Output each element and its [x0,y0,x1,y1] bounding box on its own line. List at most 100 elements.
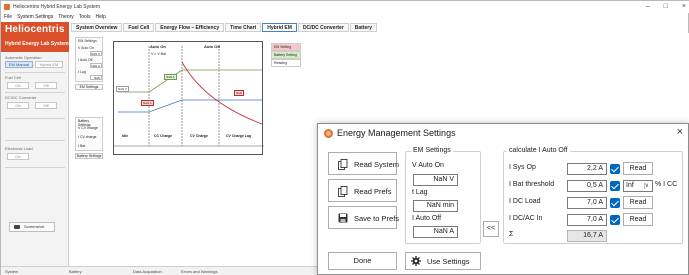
camera-icon [14,225,20,229]
t-lag-label: t Lag [78,70,86,74]
sum-label: Σ [509,231,514,238]
tab-system-overview[interactable]: System Overview [71,23,123,32]
gear-icon [411,256,421,268]
i-dc-load-checkbox[interactable] [610,198,620,208]
state-cc-charge-label: CC Charge [154,134,173,138]
v-cv-charge-label: V CV charge [78,126,98,130]
brand-name: Heliocentris [5,24,65,35]
i-dc-ac-in-read-button[interactable]: Read [623,213,653,226]
i-dc-load-field[interactable]: 7,0 A [567,197,607,209]
i-auto-off-value: NaN A [90,63,102,68]
sidebar-divider [5,140,65,141]
close-icon[interactable]: × [682,3,686,10]
menu-tools[interactable]: Tools [79,14,91,22]
read-prefs-label: Read Prefs [354,187,392,196]
battery-settings-small-button[interactable]: Battery Settings [75,153,103,159]
legend-battery-setting: Battery Setting [271,51,301,59]
i-sys-op-label: I Sys Op [509,164,536,171]
v-auto-on-field[interactable]: NaN V [413,174,458,186]
dc-converter-off-button[interactable]: Off [35,102,57,109]
menu-help[interactable]: Help [95,14,105,22]
i-sys-op-checkbox[interactable] [610,164,620,174]
tab-hybrid-em[interactable]: Hybrid EM [262,23,297,32]
diagram-cv-charge-box: NaN A [164,74,177,80]
sidebar-divider [5,92,65,93]
state-cv-charge-label: CV Charge [190,134,208,138]
auto-on-label: Auto On [150,44,166,49]
status-system: System [5,269,19,274]
menu-theory[interactable]: Theory [58,14,74,22]
read-prefs-button[interactable]: Read Prefs [328,179,397,202]
i-dc-ac-in-field[interactable]: 7,0 A [567,214,607,226]
settings-legend-list: EM Setting Battery Setting Reading [271,43,301,67]
tab-time-chart[interactable]: Time Chart [225,23,262,32]
diagram-t-lag-box: NaN [234,90,245,96]
done-button[interactable]: Done [328,252,397,270]
i-bat-threshold-field[interactable]: 0,5 A [567,180,607,192]
t-bat-label: t Bat [78,144,86,148]
legend-reading: Reading [271,59,301,67]
em-settings-group: EM Settings V Auto On NaN V I Auto Off N… [75,37,103,82]
read-system-button[interactable]: Read System [328,152,400,175]
tab-dcdc-converter[interactable]: DC/DC Converter [297,23,349,32]
i-cv-charge-label: I CV charge [78,135,97,139]
app-logo-icon [4,4,10,10]
fuel-cell-off-button[interactable]: Off [35,82,57,89]
screenshot-label: Screenshot [24,224,45,229]
t-lag-field[interactable]: NaN min [413,200,458,212]
maximize-icon[interactable]: □ [664,3,668,10]
fuel-cell-on-button[interactable]: On [7,82,29,89]
copy-icon [338,159,348,172]
read-system-label: Read System [354,160,400,169]
tab-energy-flow[interactable]: Energy Flow – Efficiency [155,23,225,32]
copy-left-button[interactable]: << [483,221,499,237]
i-dc-load-read-button[interactable]: Read [623,196,653,209]
v-auto-on-value: NaN V [90,51,102,56]
brand-tagline: Hybrid Energy Lab System [5,41,69,47]
automatic-operation-label: Automatic Operation [5,55,42,60]
tab-fuel-cell[interactable]: Fuel Cell [123,23,155,32]
i-sys-op-field[interactable]: 2,2 A [567,163,607,175]
electronic-load-label: Electronic Load [5,146,33,151]
electronic-load-on-button[interactable]: On [7,153,29,160]
status-data-acquisition: Data Acquisition [133,269,162,274]
main-tab-bar: System Overview Fuel Cell Energy Flow – … [71,23,378,32]
i-auto-off-label: I Auto Off [78,58,93,62]
screenshot-button[interactable]: Screenshot [9,222,55,232]
i-sys-op-read-button[interactable]: Read [623,162,653,175]
menu-system-settings[interactable]: System Settings [17,14,53,22]
hybrid-em-state-diagram: Auto On Auto Off V > V Bat Idle CC Charg… [113,41,264,155]
tab-battery[interactable]: Battery [349,23,378,32]
i-dc-ac-in-checkbox[interactable] [610,215,620,225]
em-manual-button[interactable]: EM Manual [5,61,33,68]
i-bat-threshold-label: I Bat threshold [509,181,555,188]
hybrid-em-button[interactable]: Hybrid EM [35,61,63,68]
window-controls: – □ × [646,3,686,10]
floppy-disk-icon [338,213,348,225]
t-lag-label: t Lag [412,189,428,196]
dc-converter-slider[interactable] [5,118,65,119]
save-to-prefs-button[interactable]: Save to Prefs [328,206,399,229]
i-auto-off-field[interactable]: NaN A [413,226,458,238]
minimize-icon[interactable]: – [646,3,650,10]
use-settings-button[interactable]: Use Settings [405,252,481,270]
state-diagram-svg [114,46,264,147]
em-settings-group-label: EM Settings [78,39,97,43]
sidebar: Heliocentris Hybrid Energy Lab System Au… [1,22,69,266]
fuel-cell-label: Fuel Cell [5,75,21,80]
status-battery: Battery [69,269,82,274]
dialog-title: Energy Management Settings [337,128,456,138]
em-settings-small-button[interactable]: EM Settings [75,84,103,90]
i-bat-threshold-checkbox[interactable] [610,181,620,191]
state-idle-label: Idle [122,134,129,138]
threshold-dropdown-value: Inf [626,182,634,189]
close-icon[interactable]: × [677,126,683,138]
menu-file[interactable]: File [4,14,12,22]
v-auto-on-label: V Auto On [412,162,444,169]
copy-icon [338,186,348,199]
threshold-dropdown[interactable]: Inf ∨ [623,180,653,192]
electronic-load-slider[interactable] [5,167,65,168]
dc-converter-on-button[interactable]: On [7,102,29,109]
diagram-auto-off-box: NaN A [141,100,154,106]
chevron-down-icon: ∨ [644,183,649,189]
